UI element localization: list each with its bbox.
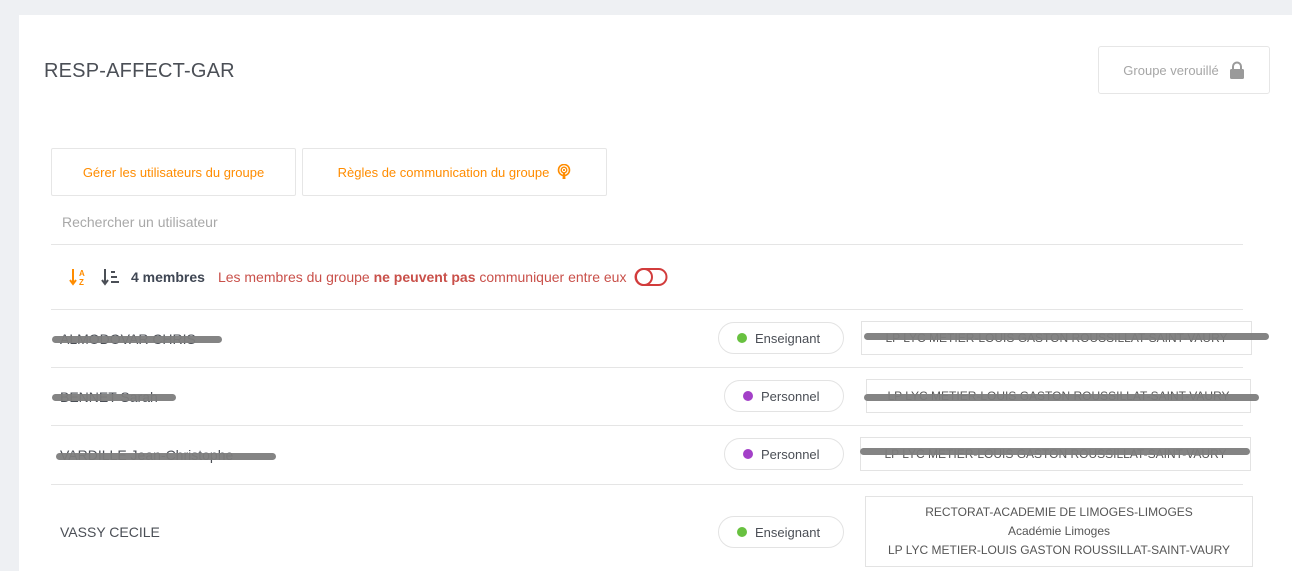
- toggle-off-icon[interactable]: [634, 267, 668, 287]
- lock-icon: [1229, 61, 1244, 79]
- staff-dot-icon: [743, 391, 753, 401]
- redaction-bar: [52, 336, 222, 343]
- structure-box: RECTORAT-ACADEMIE DE LIMOGES-LIMOGES Aca…: [865, 496, 1253, 567]
- profile-label: Personnel: [761, 446, 820, 462]
- member-count: 4 membres: [131, 269, 205, 285]
- redaction-bar: [56, 453, 276, 460]
- redaction-bar: [864, 333, 1269, 340]
- communication-rules-button[interactable]: Règles de communication du groupe: [302, 148, 607, 196]
- page-title: RESP-AFFECT-GAR: [44, 60, 235, 82]
- staff-dot-icon: [743, 449, 753, 459]
- sort-alpha-icon[interactable]: A Z: [69, 267, 89, 287]
- divider: [51, 484, 1243, 485]
- lock-label: Groupe verouillé: [1123, 62, 1219, 78]
- svg-text:Z: Z: [79, 278, 84, 287]
- teacher-dot-icon: [737, 527, 747, 537]
- divider: [51, 244, 1243, 245]
- profile-label: Personnel: [761, 388, 820, 404]
- search-input[interactable]: [62, 208, 662, 236]
- communication-rules-label: Règles de communication du groupe: [337, 164, 550, 180]
- profile-badge: Enseignant: [718, 322, 844, 354]
- structure-name: RECTORAT-ACADEMIE DE LIMOGES-LIMOGES: [925, 505, 1193, 519]
- profile-label: Enseignant: [755, 524, 821, 540]
- structure-name: Académie Limoges: [1007, 524, 1111, 538]
- communication-status-prefix: Les membres du groupe: [217, 269, 374, 285]
- profile-badge: Enseignant: [718, 516, 844, 548]
- members-toolbar: A Z 4 membres Les membres du groupe ne p…: [69, 263, 668, 291]
- profile-badge: Personnel: [724, 438, 844, 470]
- redaction-bar: [52, 394, 176, 401]
- sort-profile-icon[interactable]: [101, 267, 119, 287]
- manage-users-button[interactable]: Gérer les utilisateurs du groupe: [51, 148, 296, 196]
- structure-name: LP LYC METIER-LOUIS GASTON ROUSSILLAT-SA…: [887, 543, 1231, 557]
- group-panel: [19, 15, 1292, 571]
- communication-status: Les membres du groupe ne peuvent pas com…: [218, 269, 627, 285]
- svg-text:A: A: [79, 269, 85, 278]
- divider: [51, 367, 1243, 368]
- redaction-bar: [864, 394, 1259, 401]
- communication-status-bold: ne peuvent pas: [373, 269, 476, 285]
- member-name: VASSY CECILE: [60, 524, 160, 540]
- profile-badge: Personnel: [724, 380, 844, 412]
- communication-status-suffix: communiquer entre eux: [475, 269, 627, 285]
- profile-label: Enseignant: [755, 330, 821, 346]
- broadcast-icon: [558, 164, 571, 179]
- divider: [51, 425, 1243, 426]
- manage-users-label: Gérer les utilisateurs du groupe: [82, 164, 265, 180]
- locked-group-button[interactable]: Groupe verouillé: [1098, 46, 1270, 94]
- redaction-bar: [860, 448, 1250, 455]
- divider: [51, 309, 1243, 310]
- teacher-dot-icon: [737, 333, 747, 343]
